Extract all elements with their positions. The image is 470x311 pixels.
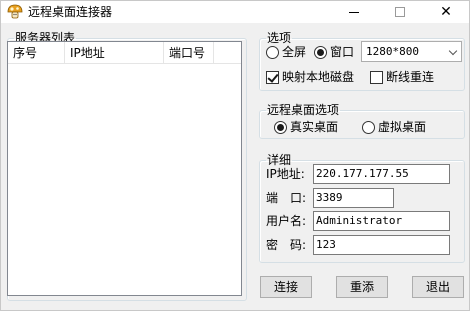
virtual-desktop-radio[interactable]: 虚拟桌面 [362,120,426,134]
ip-input[interactable]: 220.177.177.55 [313,164,450,184]
password-label: 密 码: [266,238,307,252]
close-icon: ✕ [440,4,452,20]
port-input[interactable]: 3389 [313,188,394,208]
options-legend: 选项 [267,31,292,45]
details-legend: 详细 [267,153,292,167]
window-radio[interactable]: 窗口 [314,45,354,59]
resolution-select[interactable]: 1280*800 [361,41,462,62]
radio-circle [266,45,279,59]
exit-button[interactable]: 退出 [412,276,464,298]
column-header-ip[interactable]: IP地址 [65,42,164,64]
radio-circle-selected [274,120,287,134]
resolution-value: 1280*800 [366,45,419,58]
maximize-button[interactable] [377,1,423,23]
column-header-index[interactable]: 序号 [8,42,65,64]
real-desktop-radio[interactable]: 真实桌面 [274,120,338,134]
username-input[interactable]: Administrator [313,211,450,231]
checkbox-unchecked [370,70,383,84]
fullscreen-label: 全屏 [282,45,307,59]
main-window: 远程桌面连接器 ✕ 服务器列表 序号 IP地址 端口号 选项 全屏 窗口 128… [0,0,470,311]
username-label: 用户名: [266,214,307,228]
password-input[interactable]: 123 [313,235,450,255]
server-list-header: 序号 IP地址 端口号 [8,42,241,64]
reconnect-checkbox[interactable]: 断线重连 [370,70,434,84]
port-label: 端 口: [266,191,307,205]
map-disk-label: 映射本地磁盘 [282,70,355,84]
window-label: 窗口 [330,45,355,59]
server-list-view[interactable]: 序号 IP地址 端口号 [7,41,242,296]
chevron-down-icon [448,46,458,56]
maximize-icon [395,7,405,17]
title-bar[interactable]: 远程桌面连接器 ✕ [1,1,469,23]
radio-circle-selected [314,45,327,59]
virtual-desktop-label: 虚拟桌面 [378,120,427,134]
close-button[interactable]: ✕ [423,1,469,23]
column-header-port[interactable]: 端口号 [164,42,214,64]
checkbox-checked [266,70,279,84]
window-title: 远程桌面连接器 [28,5,113,19]
map-disk-checkbox[interactable]: 映射本地磁盘 [266,70,354,84]
connect-button[interactable]: 连接 [260,276,312,298]
radio-circle [362,120,375,134]
reset-button[interactable]: 重添 [336,276,388,298]
mushroom-icon [7,4,23,20]
real-desktop-label: 真实桌面 [290,120,339,134]
desktop-options-legend: 远程桌面选项 [267,103,340,117]
fullscreen-radio[interactable]: 全屏 [266,45,306,59]
ip-label: IP地址: [266,167,305,181]
minimize-icon [349,11,359,13]
minimize-button[interactable] [331,1,377,23]
reconnect-label: 断线重连 [386,70,435,84]
